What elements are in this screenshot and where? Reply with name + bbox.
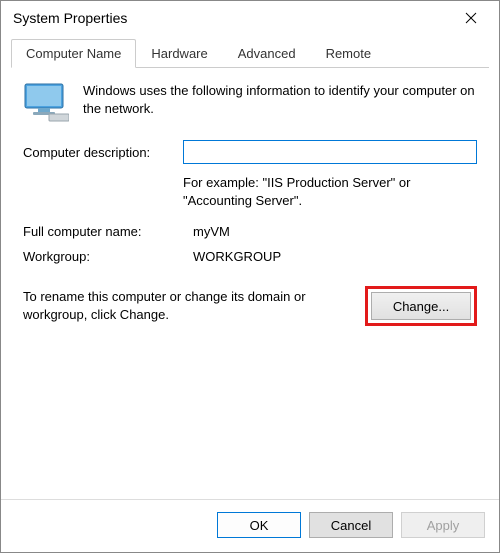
ok-button[interactable]: OK bbox=[217, 512, 301, 538]
description-row: Computer description: bbox=[23, 140, 477, 164]
apply-button: Apply bbox=[401, 512, 485, 538]
tab-strip: Computer Name Hardware Advanced Remote bbox=[1, 35, 499, 68]
change-text: To rename this computer or change its do… bbox=[23, 288, 347, 324]
intro-block: Windows uses the following information t… bbox=[23, 82, 477, 122]
close-icon bbox=[465, 12, 477, 24]
workgroup-row: Workgroup: WORKGROUP bbox=[23, 249, 477, 264]
dialog-footer: OK Cancel Apply bbox=[1, 499, 499, 552]
tab-hardware[interactable]: Hardware bbox=[136, 39, 222, 68]
computer-icon bbox=[23, 82, 69, 122]
description-label: Computer description: bbox=[23, 145, 183, 160]
tab-remote[interactable]: Remote bbox=[311, 39, 387, 68]
change-highlight: Change... bbox=[365, 286, 477, 326]
full-name-row: Full computer name: myVM bbox=[23, 224, 477, 239]
full-name-label: Full computer name: bbox=[23, 224, 193, 239]
workgroup-value: WORKGROUP bbox=[193, 249, 281, 264]
change-block: To rename this computer or change its do… bbox=[23, 286, 477, 326]
workgroup-label: Workgroup: bbox=[23, 249, 193, 264]
system-properties-window: System Properties Computer Name Hardware… bbox=[0, 0, 500, 553]
description-input[interactable] bbox=[183, 140, 477, 164]
cancel-button[interactable]: Cancel bbox=[309, 512, 393, 538]
full-name-value: myVM bbox=[193, 224, 230, 239]
tab-advanced[interactable]: Advanced bbox=[223, 39, 311, 68]
window-title: System Properties bbox=[13, 10, 451, 26]
titlebar: System Properties bbox=[1, 1, 499, 35]
change-button[interactable]: Change... bbox=[371, 292, 471, 320]
tab-computer-name[interactable]: Computer Name bbox=[11, 39, 136, 68]
close-button[interactable] bbox=[451, 3, 491, 33]
description-hint: For example: "IIS Production Server" or … bbox=[183, 174, 477, 210]
intro-text: Windows uses the following information t… bbox=[83, 82, 477, 122]
tab-content: Windows uses the following information t… bbox=[1, 68, 499, 499]
